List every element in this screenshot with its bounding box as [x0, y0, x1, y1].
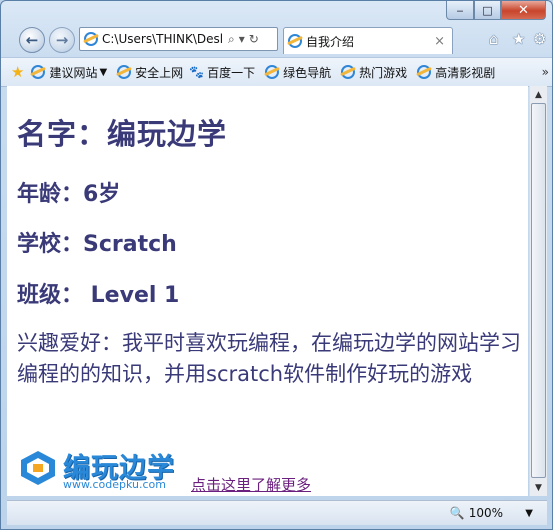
navigation-bar: ← → C:\Users\THINK\Desl ⌕ ▾ ↻ 自我介绍 × ⌂ ★… [1, 23, 552, 55]
learn-more-link[interactable]: 点击这里了解更多 [191, 474, 311, 495]
hobby-paragraph: 兴趣爱好：我平时喜欢玩编程，在编玩边学的网站学习编程的的知识，并用scratch… [17, 331, 521, 386]
class-heading: 班级： Level 1 [17, 283, 180, 308]
fav-item-label: 安全上网 [135, 65, 184, 80]
tab-title: 自我介绍 [306, 34, 355, 49]
fav-item-safe[interactable]: 安全上网 [113, 64, 183, 81]
zoom-control[interactable]: 🔍 100% [450, 506, 503, 520]
favorites-star-icon[interactable]: ★ [11, 63, 24, 81]
ie-fav-icon [31, 65, 46, 79]
dropdown-icon[interactable]: ▾ [239, 32, 245, 46]
favorites-bar: ★ 建议网站 ▼ 安全上网 🐾 百度一下 绿色导航 热门游戏 高清影视剧 » [1, 57, 552, 87]
fav-item-games[interactable]: 热门游戏 [337, 64, 407, 81]
logo-hex-icon [21, 451, 55, 485]
logo-url: www.codepku.com [63, 478, 166, 491]
close-button[interactable]: ✕ [501, 1, 546, 20]
tab-close-icon[interactable]: × [434, 34, 445, 49]
favorites-star-icon[interactable]: ★ [512, 30, 525, 48]
ie-page-icon [84, 32, 98, 46]
fav-item-suggested[interactable]: 建议网站 ▼ [27, 64, 107, 81]
name-heading: 名字：编玩边学 [17, 117, 228, 151]
favorites-overflow-icon[interactable]: » [542, 65, 549, 79]
home-icon[interactable]: ⌂ [489, 30, 499, 48]
vertical-scrollbar[interactable]: ▲ ▼ [529, 86, 547, 496]
address-input[interactable]: C:\Users\THINK\Desl [102, 32, 226, 46]
ie-fav-icon [117, 65, 132, 79]
zoom-icon: 🔍 [449, 506, 465, 520]
zoom-level: 100% [468, 506, 503, 520]
fav-item-label: 绿色导航 [283, 65, 332, 80]
ie-fav-icon [417, 65, 432, 79]
maximize-button[interactable]: □ [474, 1, 501, 20]
fav-item-movies[interactable]: 高清影视剧 [413, 64, 495, 81]
back-button[interactable]: ← [19, 27, 45, 53]
ie-fav-icon [341, 65, 356, 79]
ie-fav-icon [265, 65, 280, 79]
school-heading: 学校：Scratch [17, 232, 177, 257]
window-caption-buttons: ‒ □ ✕ [446, 1, 546, 20]
fav-item-label: 百度一下 [207, 65, 256, 80]
scroll-thumb[interactable] [531, 103, 546, 478]
search-icon[interactable]: ⌕ [228, 32, 235, 47]
page-content: 名字：编玩边学 年龄：6岁 学校：Scratch 班级： Level 1 兴趣爱… [7, 86, 528, 496]
browser-window: ‒ □ ✕ ← → C:\Users\THINK\Desl ⌕ ▾ ↻ 自我介绍… [0, 0, 553, 530]
forward-button[interactable]: → [49, 27, 75, 53]
tab-active[interactable]: 自我介绍 × [283, 27, 453, 54]
age-heading: 年龄：6岁 [17, 182, 121, 207]
fav-item-baidu[interactable]: 🐾 百度一下 [189, 64, 255, 81]
fav-item-label: 建议网站 [49, 65, 98, 80]
fav-item-label: 高清影视剧 [435, 65, 496, 80]
fav-item-label: 热门游戏 [359, 65, 408, 80]
refresh-icon[interactable]: ↻ [249, 32, 259, 46]
ie-tab-icon [288, 34, 302, 48]
zoom-dropdown-icon[interactable]: ▼ [525, 508, 533, 519]
scroll-up-icon[interactable]: ▲ [530, 86, 547, 103]
minimize-button[interactable]: ‒ [446, 1, 474, 20]
address-tools: ⌕ ▾ ↻ [228, 32, 259, 47]
baidu-paw-icon: 🐾 [189, 65, 205, 79]
scroll-down-icon[interactable]: ▼ [530, 479, 547, 496]
address-bar[interactable]: C:\Users\THINK\Desl ⌕ ▾ ↻ [79, 27, 278, 51]
gear-icon[interactable]: ⚙ [533, 30, 546, 48]
status-bar: 🔍 100% ▼ [7, 500, 547, 525]
codepku-logo: 编玩边学 www.codepku.com [17, 446, 193, 494]
fav-item-green-nav[interactable]: 绿色导航 [261, 64, 331, 81]
chevron-down-icon[interactable]: ▼ [99, 67, 107, 78]
